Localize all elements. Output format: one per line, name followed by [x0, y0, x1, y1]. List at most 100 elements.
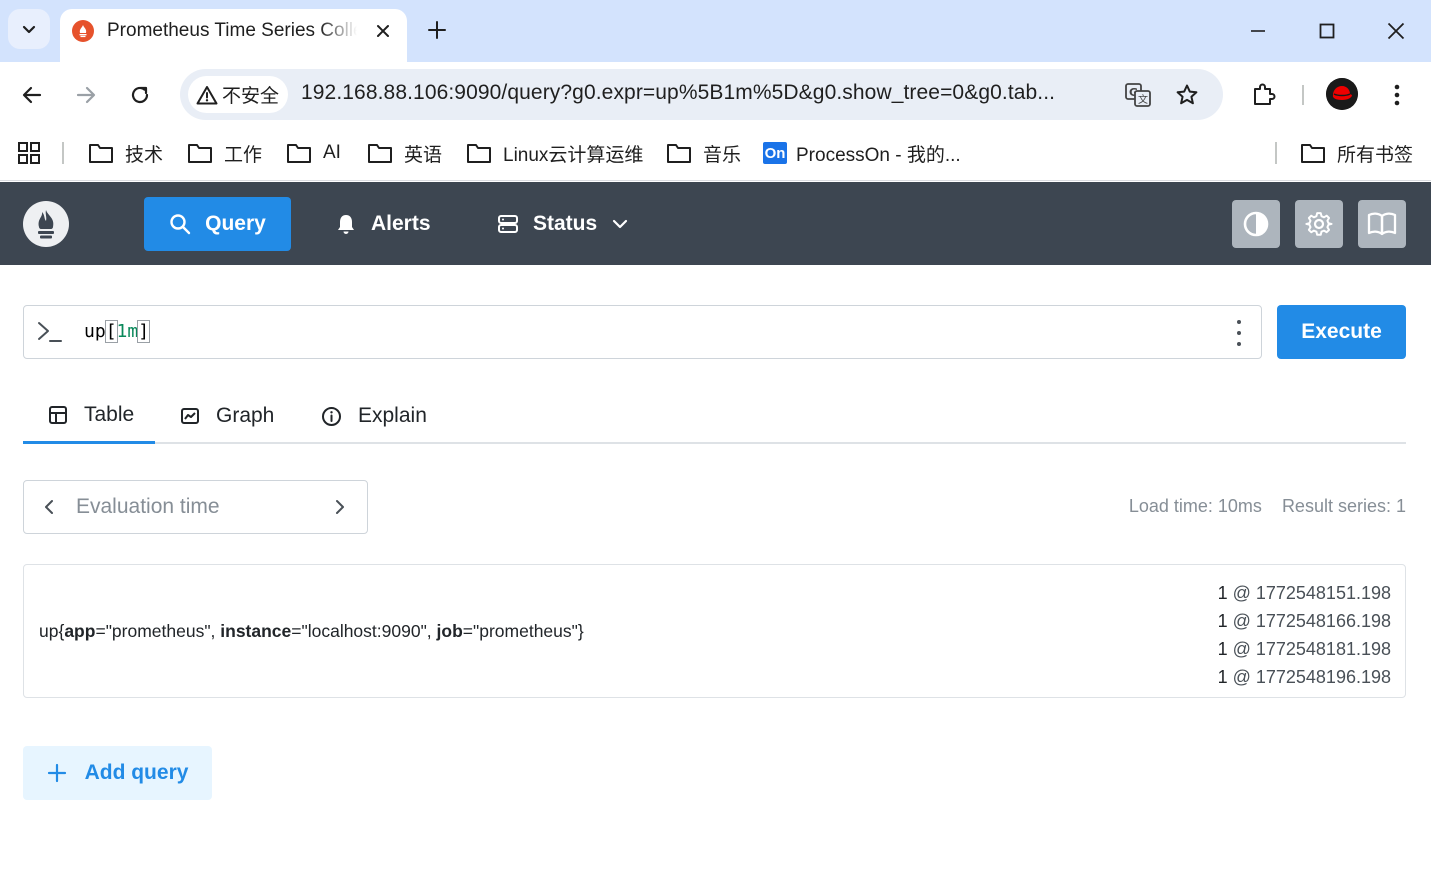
forward-button[interactable] [67, 76, 105, 114]
translate-button[interactable]: G文 [1122, 79, 1154, 111]
evaluation-time-placeholder: Evaluation time [76, 495, 220, 518]
evaluation-time-picker[interactable]: Evaluation time [23, 480, 368, 534]
chevron-left-icon[interactable] [40, 497, 60, 517]
add-query-button[interactable]: Add query [23, 746, 212, 800]
puzzle-icon [1254, 83, 1276, 105]
bookmark-label: 技术 [125, 144, 164, 166]
folder-icon [89, 144, 113, 163]
sample-row: 1 @ 1772548181.198 [1217, 639, 1391, 659]
tab-search-button[interactable] [8, 9, 50, 49]
window-close-button[interactable] [1376, 12, 1416, 50]
theme-toggle-button[interactable] [1232, 200, 1280, 248]
panel-tabs: Table Graph Explain [23, 388, 1406, 444]
expression-text[interactable]: up[1m] [84, 320, 151, 343]
bookmark-folder-english[interactable]: 英语 [367, 138, 442, 168]
nav-alerts-label: Alerts [371, 212, 431, 235]
all-bookmarks-label: 所有书签 [1337, 144, 1414, 166]
translate-icon: G文 [1125, 83, 1151, 107]
profile-avatar[interactable] [1326, 78, 1358, 110]
plus-icon [428, 21, 446, 39]
label-value: "prometheus" [473, 621, 578, 641]
chevron-right-icon[interactable] [329, 497, 349, 517]
nav-alerts-button[interactable]: Alerts [335, 197, 431, 251]
toolbar-separator [1302, 85, 1304, 105]
label-value: "localhost:9090" [301, 621, 427, 641]
tab-table[interactable]: Table [23, 388, 155, 444]
browser-tab-active[interactable]: Prometheus Time Series Collection and Pr… [60, 9, 407, 62]
chevron-down-icon [22, 25, 36, 34]
query-stats: Load time: 10ms Result series: 1 [1129, 496, 1406, 517]
extensions-button[interactable] [1245, 76, 1283, 114]
docs-button[interactable] [1358, 200, 1406, 248]
sample-timestamp: 1772548166.198 [1255, 611, 1391, 631]
query-options-button[interactable] [1235, 320, 1243, 346]
sample-row: 1 @ 1772548196.198 [1217, 667, 1391, 687]
server-icon [498, 215, 518, 233]
series-metric: up [39, 621, 59, 641]
expr-duration: 1m [116, 321, 139, 342]
bookmark-label: 音乐 [703, 144, 742, 166]
svg-text:文: 文 [1138, 93, 1148, 106]
reload-icon [131, 86, 149, 104]
apps-grid-icon [18, 142, 40, 164]
minimize-button[interactable] [1238, 12, 1278, 50]
prometheus-logo-icon[interactable] [23, 201, 69, 247]
bookmark-label: Linux云计算运维 [503, 144, 644, 166]
close-icon [377, 25, 389, 37]
address-bar[interactable]: 不安全 192.168.88.106:9090/query?g0.expr=up… [180, 69, 1223, 120]
bookmark-processon[interactable]: On ProcessOn - 我的... [763, 138, 961, 168]
gear-icon [1305, 212, 1333, 236]
nav-status-dropdown[interactable]: Status [497, 197, 629, 251]
contrast-icon [1243, 211, 1269, 237]
maximize-button[interactable] [1307, 12, 1347, 50]
sample-row: 1 @ 1772548166.198 [1217, 611, 1391, 631]
nav-query-button[interactable]: Query [144, 197, 291, 251]
bookmark-folder-music[interactable]: 音乐 [666, 138, 741, 168]
expression-input[interactable]: up[1m] [23, 305, 1262, 359]
execute-button[interactable]: Execute [1277, 305, 1406, 359]
bell-icon [338, 215, 354, 234]
new-tab-button[interactable] [422, 15, 452, 45]
bookmark-folder-work[interactable]: 工作 [187, 138, 262, 168]
bookmark-folder-linux[interactable]: Linux云计算运维 [466, 138, 643, 168]
security-indicator[interactable]: 不安全 [188, 76, 288, 113]
redhat-avatar-icon [1326, 78, 1358, 110]
bookmark-label: 英语 [404, 144, 443, 166]
bookmark-folder-tech[interactable]: 技术 [88, 138, 163, 168]
url-host: 192.168.88.106 [301, 81, 449, 104]
chart-line-icon [181, 408, 199, 424]
sample-value: 1 [1217, 667, 1228, 687]
star-icon [1176, 84, 1198, 105]
prometheus-header: Query Alerts Status [0, 182, 1431, 265]
tab-graph[interactable]: Graph [180, 388, 274, 444]
bookmark-label: AI [323, 142, 341, 163]
bookmark-folder-ai[interactable]: AI [286, 138, 341, 168]
browser-menu-button[interactable] [1378, 76, 1416, 114]
sample-row: 1 @ 1772548151.198 [1217, 583, 1391, 603]
sample-timestamp: 1772548151.198 [1255, 583, 1391, 603]
terminal-prompt-icon [38, 322, 62, 342]
tab-close-button[interactable] [370, 18, 396, 44]
settings-button[interactable] [1295, 200, 1343, 248]
folder-icon [1301, 144, 1325, 163]
url-text[interactable]: 192.168.88.106:9090/query?g0.expr=up%5B1… [301, 81, 1055, 105]
bookmark-star-button[interactable] [1171, 79, 1203, 111]
label-value: "prometheus" [105, 621, 211, 641]
add-query-label: Add query [84, 761, 189, 784]
label-name: job [436, 621, 463, 641]
expr-bracket-close: ] [137, 320, 151, 343]
tab-explain[interactable]: Explain [321, 388, 427, 444]
folder-icon [467, 144, 491, 163]
sample-value: 1 [1217, 639, 1228, 659]
sample-value: 1 [1217, 611, 1228, 631]
apps-button[interactable] [17, 138, 41, 168]
folder-icon [667, 144, 691, 163]
info-circle-icon [322, 406, 341, 426]
back-button[interactable] [13, 76, 51, 114]
table-icon [49, 405, 67, 424]
search-icon [170, 214, 191, 235]
minimize-icon [1251, 30, 1265, 32]
close-icon [1387, 22, 1405, 40]
all-bookmarks-button[interactable]: 所有书签 [1300, 138, 1413, 168]
reload-button[interactable] [121, 76, 159, 114]
